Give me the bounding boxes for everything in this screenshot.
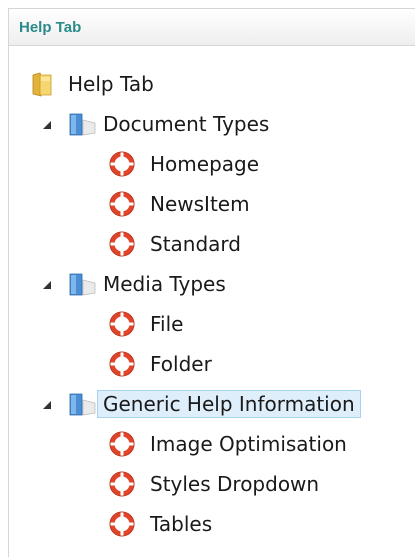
tree-node-label: File (150, 312, 184, 336)
tree-node-label-selected: Generic Help Information (97, 390, 361, 418)
tree-node-root[interactable]: Help Tab (31, 69, 159, 99)
tree-node-homepage[interactable]: Homepage (109, 149, 264, 179)
panel-header: Help Tab (9, 9, 415, 46)
tree-node-label: Standard (150, 232, 241, 256)
tree-node-label: Homepage (150, 152, 260, 176)
lifebuoy-icon (109, 191, 135, 217)
tree-node-document-types[interactable]: Document Types (67, 109, 274, 139)
lifebuoy-icon (109, 511, 135, 537)
tree-node-label: Media Types (103, 272, 226, 296)
lifebuoy-icon (109, 231, 135, 257)
tree-node-label: Help Tab (68, 72, 154, 96)
expand-toggle-media-types[interactable] (41, 278, 53, 290)
tree-node-media-types[interactable]: Media Types (67, 269, 231, 299)
tree-node-label: Document Types (103, 112, 270, 136)
folder-icon (31, 71, 53, 97)
tree-node-image-optimisation[interactable]: Image Optimisation (109, 429, 352, 459)
triangle-expanded-icon (42, 395, 52, 414)
expand-toggle-document-types[interactable] (41, 118, 53, 130)
tree-node-styles-dropdown[interactable]: Styles Dropdown (109, 469, 324, 499)
tree-node-tables[interactable]: Tables (109, 509, 217, 539)
help-tab-panel: Help Tab Help Tab Document Types Homepag… (8, 8, 415, 557)
triangle-expanded-icon (42, 115, 52, 134)
lifebuoy-icon (109, 151, 135, 177)
tree-node-label: Tables (150, 512, 213, 536)
expand-toggle-generic-help[interactable] (41, 398, 53, 410)
lifebuoy-icon (109, 311, 135, 337)
lifebuoy-icon (109, 351, 135, 377)
tree-node-label: NewsItem (150, 192, 250, 216)
lifebuoy-icon (109, 431, 135, 457)
lifebuoy-icon (109, 471, 135, 497)
triangle-expanded-icon (42, 275, 52, 294)
tree-node-label: Styles Dropdown (150, 472, 320, 496)
help-tree: Help Tab Document Types Homepage NewsIte… (9, 46, 415, 557)
panel-title: Help Tab (19, 18, 82, 36)
book-icon (67, 271, 97, 297)
tree-node-label: Folder (150, 352, 212, 376)
tree-node-standard[interactable]: Standard (109, 229, 246, 259)
book-icon (67, 111, 97, 137)
tree-node-generic-help-information[interactable]: Generic Help Information (67, 389, 361, 419)
tree-node-folder[interactable]: Folder (109, 349, 217, 379)
book-icon (67, 391, 97, 417)
tree-node-file[interactable]: File (109, 309, 188, 339)
tree-node-label: Image Optimisation (150, 432, 347, 456)
tree-node-newsitem[interactable]: NewsItem (109, 189, 255, 219)
